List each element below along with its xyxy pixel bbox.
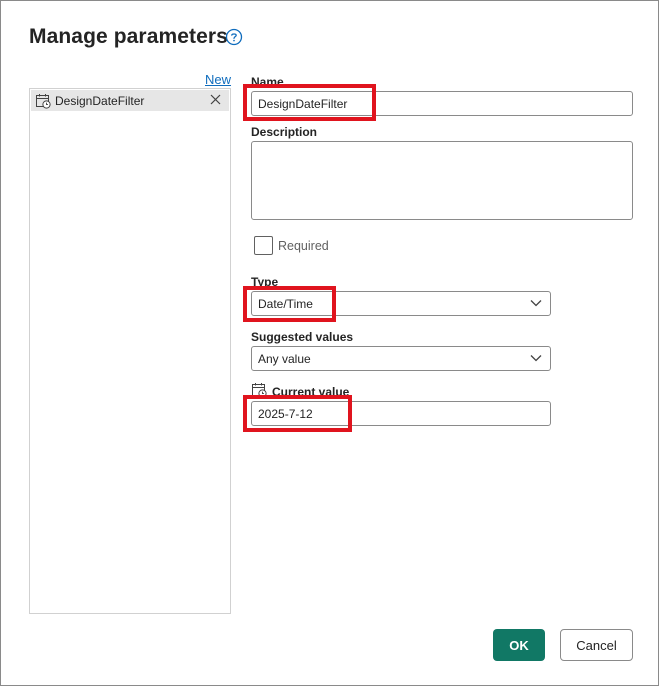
type-select-value: Date/Time bbox=[258, 296, 313, 311]
name-input-value: DesignDateFilter bbox=[258, 96, 348, 111]
chevron-down-icon bbox=[530, 355, 542, 362]
suggested-values-label: Suggested values bbox=[251, 330, 354, 344]
dialog-title: Manage parameters bbox=[29, 25, 228, 48]
suggested-values-value: Any value bbox=[258, 351, 311, 366]
calendar-clock-icon bbox=[252, 383, 267, 398]
description-textarea[interactable] bbox=[251, 141, 633, 220]
type-select[interactable]: Date/Time bbox=[251, 291, 551, 316]
manage-parameters-dialog: Manage parameters New DesignDateFilter N… bbox=[0, 0, 659, 686]
calendar-clock-icon bbox=[36, 93, 51, 109]
suggested-values-select[interactable]: Any value bbox=[251, 346, 551, 371]
type-label: Type bbox=[251, 275, 279, 289]
current-value-label: Current value bbox=[272, 385, 350, 399]
name-input[interactable]: DesignDateFilter bbox=[251, 91, 633, 116]
required-label: Required bbox=[278, 239, 329, 253]
question-circle-icon[interactable] bbox=[225, 28, 243, 46]
description-label: Description bbox=[251, 125, 318, 139]
cancel-button[interactable]: Cancel bbox=[560, 629, 633, 661]
parameter-list-item[interactable]: DesignDateFilter bbox=[31, 90, 229, 111]
new-parameter-link[interactable]: New bbox=[205, 72, 231, 87]
parameter-list-item-label: DesignDateFilter bbox=[55, 93, 145, 108]
chevron-down-icon bbox=[530, 300, 542, 307]
name-label: Name bbox=[251, 75, 284, 89]
current-value-text: 2025-7-12 bbox=[258, 406, 313, 421]
parameter-list: DesignDateFilter bbox=[29, 88, 231, 614]
current-value-input[interactable]: 2025-7-12 bbox=[251, 401, 551, 426]
required-checkbox[interactable] bbox=[254, 236, 273, 255]
ok-button[interactable]: OK bbox=[493, 629, 545, 661]
close-icon[interactable] bbox=[210, 94, 221, 105]
